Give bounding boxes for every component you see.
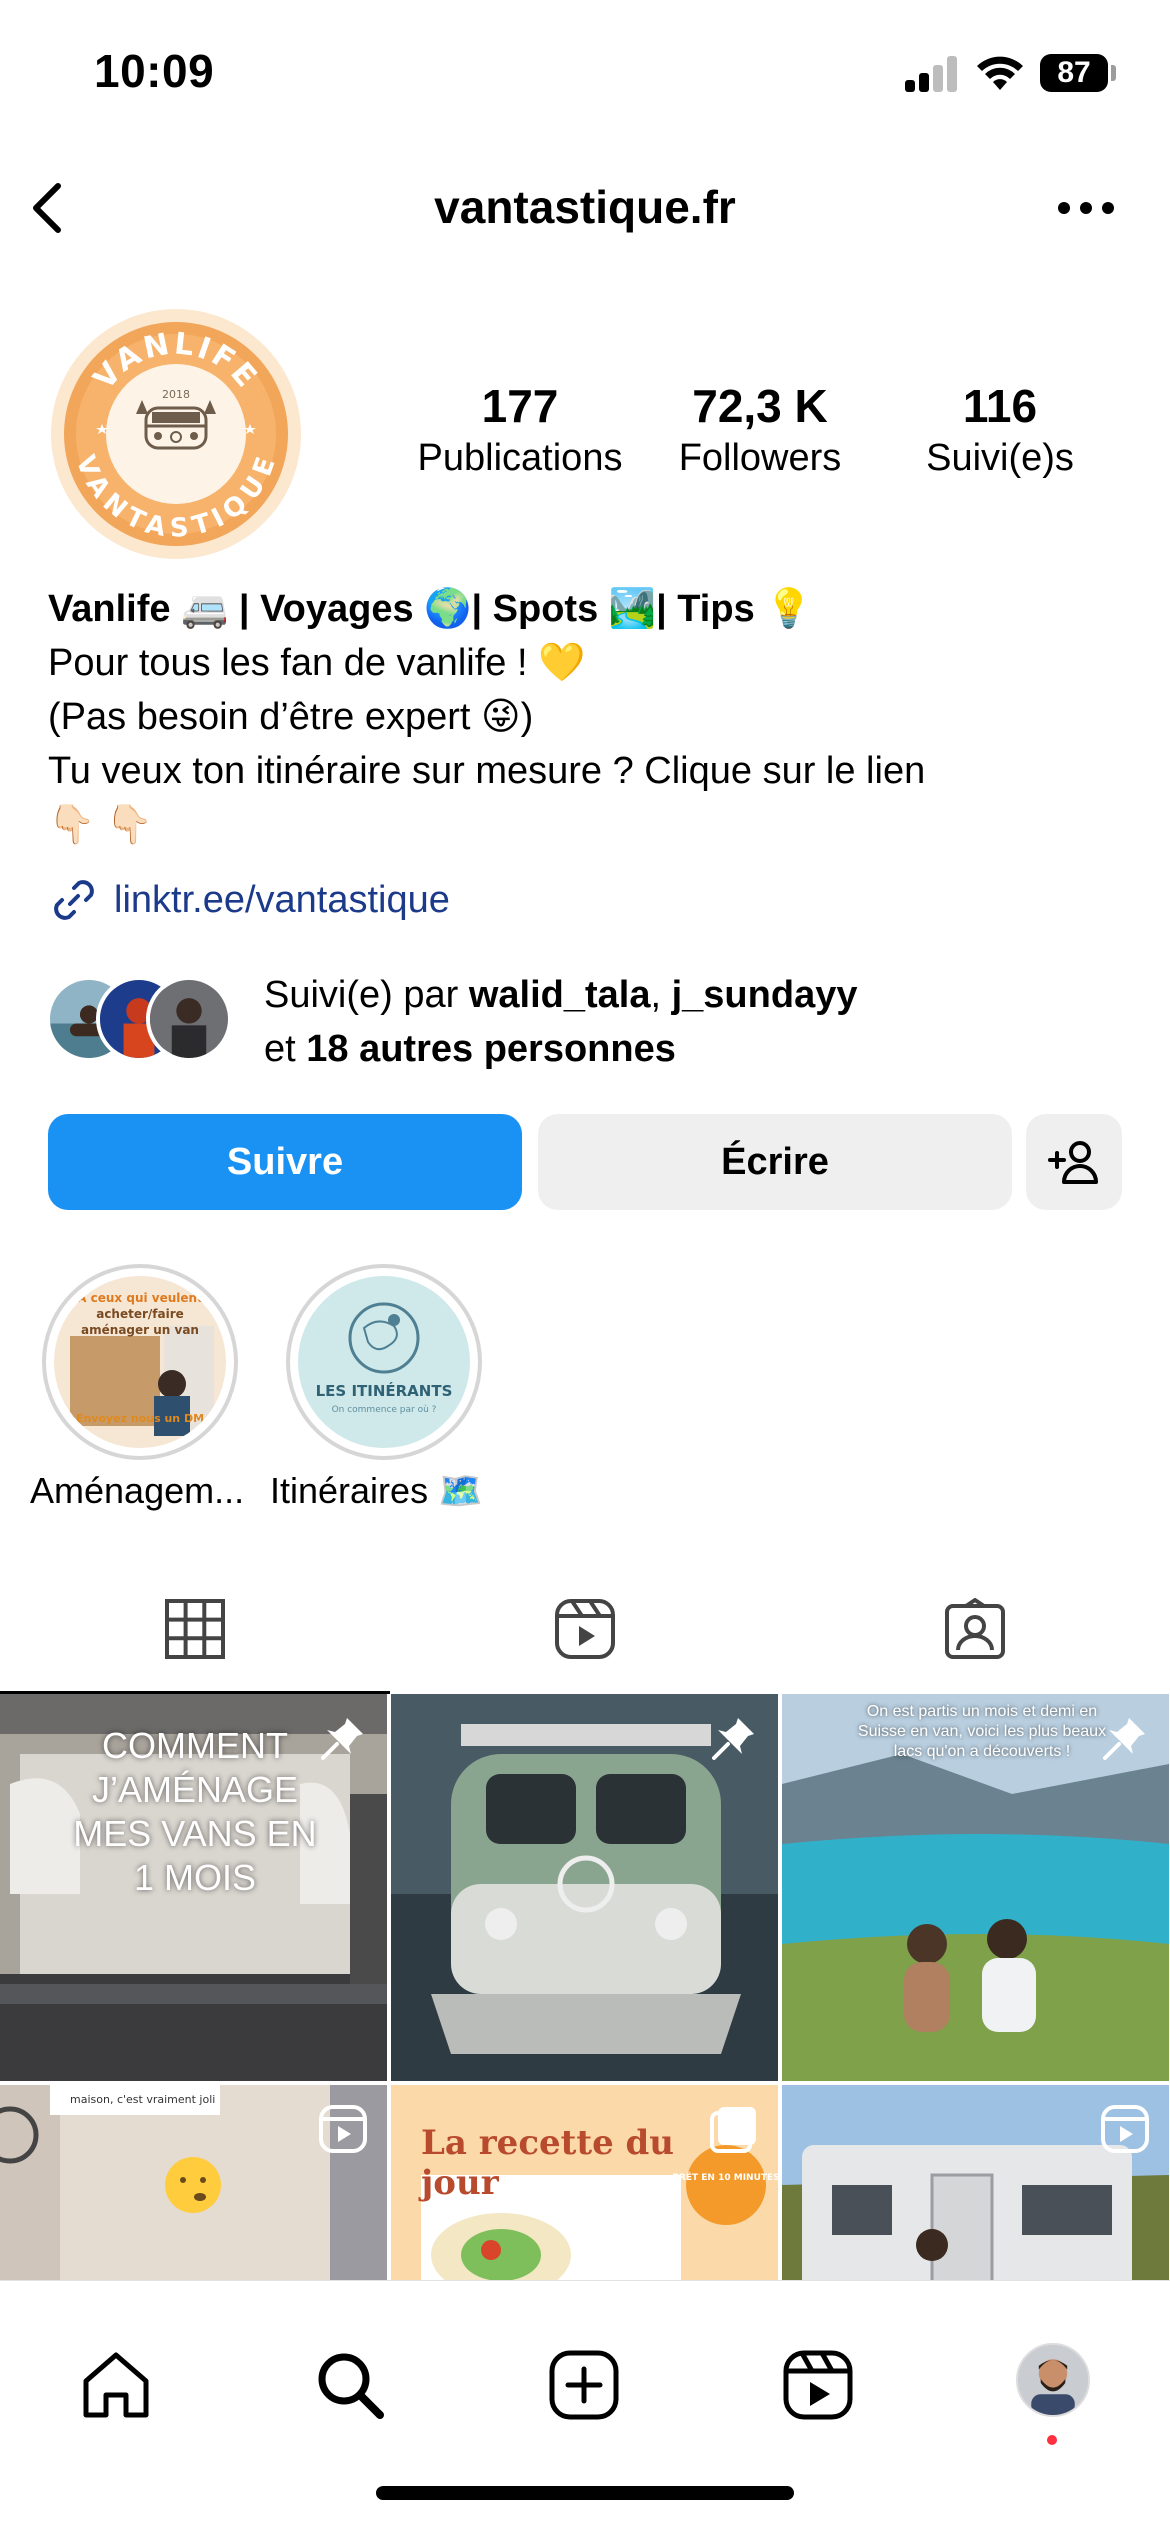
highlight-itineraires[interactable]: LES ITINÉRANTS On commence par où ? <box>286 1264 482 1460</box>
reels-icon <box>783 2350 853 2420</box>
tab-tagged[interactable] <box>780 1568 1170 1694</box>
home-indicator <box>376 2486 794 2500</box>
status-bar: 10:09 87 <box>0 0 1170 150</box>
highlight-amenagement[interactable]: A ceux qui veulent acheter/faire aménage… <box>42 1264 238 1460</box>
fb-prefix: et <box>264 1028 307 1070</box>
highlight-cover: LES ITINÉRANTS On commence par où ? <box>298 1276 470 1448</box>
stat-following[interactable]: 116 Suivi(e)s <box>890 378 1110 482</box>
pin-icon <box>1103 1718 1145 1760</box>
link-icon <box>54 880 94 920</box>
nav-home[interactable] <box>78 2347 154 2423</box>
grid-icon <box>165 1599 225 1659</box>
stat-posts-value: 177 <box>481 380 559 432</box>
mutual-avatar <box>146 976 232 1062</box>
reels-icon <box>555 1599 615 1659</box>
tab-posts[interactable] <box>0 1568 390 1694</box>
highlight-cover: A ceux qui veulent acheter/faire aménage… <box>54 1276 226 1448</box>
nav-reels[interactable] <box>780 2347 856 2423</box>
bio-line: Tu veux ton itinéraire sur mesure ? Cliq… <box>48 750 926 792</box>
posts-grid: COMMENT J’AMÉNAGE MES VANS EN 1 MOIS On … <box>0 1694 1170 2280</box>
stat-following-value: 116 <box>962 380 1038 432</box>
highlight-title: LES ITINÉRANTS <box>316 1381 453 1400</box>
fb-user: walid_tala <box>468 974 651 1016</box>
add-post-icon <box>549 2350 619 2420</box>
stat-posts[interactable]: 177 Publications <box>400 378 640 482</box>
avatar-year: 2018 <box>162 388 190 401</box>
highlight-text: Envoyez nous un DM <box>76 1412 204 1425</box>
more-options-icon[interactable] <box>1058 196 1114 220</box>
stat-followers-label: Followers <box>678 437 842 479</box>
highlight-text: A ceux qui veulent <box>77 1291 203 1305</box>
highlight-text: acheter/faire <box>96 1307 184 1321</box>
add-person-icon <box>1048 1141 1098 1184</box>
nav-create[interactable] <box>546 2347 622 2423</box>
post-overlay-text: On est partis un mois et demi en Suisse … <box>857 1703 1107 1760</box>
wifi-icon <box>977 56 1023 90</box>
multiple-photos-icon <box>710 2107 756 2153</box>
stat-following-label: Suivi(e)s <box>926 437 1074 479</box>
message-button[interactable]: Écrire <box>538 1114 1012 1210</box>
post-thumbnail[interactable]: On est partis un mois et demi en Suisse … <box>782 1694 1169 2081</box>
cellular-signal-icon <box>905 56 957 92</box>
highlight-text: aménager un van <box>81 1323 199 1337</box>
reel-icon <box>1101 2105 1149 2153</box>
post-thumbnail[interactable] <box>391 1694 778 2081</box>
bio-link[interactable]: linktr.ee/vantastique <box>48 874 450 926</box>
post-overlay-text: COMMENT J’AMÉNAGE MES VANS EN 1 MOIS <box>73 1725 317 1898</box>
fb-others: 18 autres personnes <box>306 1028 676 1070</box>
post-thumbnail[interactable]: maison, c'est vraiment joli <box>0 2085 387 2280</box>
fb-user: j_sundayy <box>671 974 858 1016</box>
highlight-subtitle: On commence par où ? <box>332 1405 437 1415</box>
follow-button[interactable]: Suivre <box>48 1114 522 1210</box>
profile-tabs <box>0 1568 1170 1694</box>
post-thumbnail[interactable]: PRÊT EN 10 MINUTES La recette du jour <box>391 2085 778 2280</box>
post-thumbnail[interactable] <box>782 2085 1169 2280</box>
search-icon <box>318 2353 384 2419</box>
bio-link-text: linktr.ee/vantastique <box>114 878 450 921</box>
reel-icon <box>319 2105 367 2153</box>
stat-followers-value: 72,3 K <box>692 380 828 432</box>
highlight-label: Itinéraires 🗺️ <box>270 1470 483 1511</box>
status-time: 10:09 <box>94 45 215 97</box>
page-title: vantastique.fr <box>434 181 736 233</box>
pin-icon <box>712 1718 754 1760</box>
bio-line: 👇🏻 👇🏻 <box>48 804 154 846</box>
home-icon <box>83 2352 149 2418</box>
nav-profile-avatar[interactable] <box>1016 2343 1090 2417</box>
post-caption: maison, c'est vraiment joli <box>70 2093 215 2106</box>
bio-line: (Pas besoin d’être expert 😜) <box>48 696 534 738</box>
notification-dot <box>1047 2435 1057 2445</box>
tab-reels[interactable] <box>390 1568 780 1694</box>
pin-icon <box>321 1718 363 1760</box>
stat-followers[interactable]: 72,3 K Followers <box>660 378 860 482</box>
profile-name: Vanlife 🚐 | Voyages 🌍| Spots 🏞️| Tips 💡 <box>48 588 813 630</box>
tagged-icon <box>945 1598 1005 1659</box>
suggested-people-button[interactable] <box>1026 1114 1122 1210</box>
bio-line: Pour tous les fan de vanlife ! 💛 <box>48 642 586 684</box>
mutual-followers-avatars[interactable] <box>46 976 246 1066</box>
fb-sep: , <box>650 974 672 1016</box>
battery-tip <box>1111 65 1116 81</box>
profile-bio: Vanlife 🚐 | Voyages 🌍| Spots 🏞️| Tips 💡 … <box>48 582 1128 852</box>
battery-icon: 87 <box>1040 54 1108 92</box>
fb-prefix: Suivi(e) par <box>264 974 469 1016</box>
mutual-followers-text[interactable]: Suivi(e) par walid_tala, j_sundayy et 18… <box>264 968 857 1076</box>
nav-search[interactable] <box>312 2347 388 2423</box>
stat-posts-label: Publications <box>417 437 623 479</box>
highlight-label: Aménagem... <box>30 1470 245 1511</box>
post-thumbnail[interactable]: COMMENT J’AMÉNAGE MES VANS EN 1 MOIS <box>0 1694 387 2081</box>
profile-avatar[interactable]: VANLIFE VANTASTIQUE 2018 <box>48 306 304 562</box>
